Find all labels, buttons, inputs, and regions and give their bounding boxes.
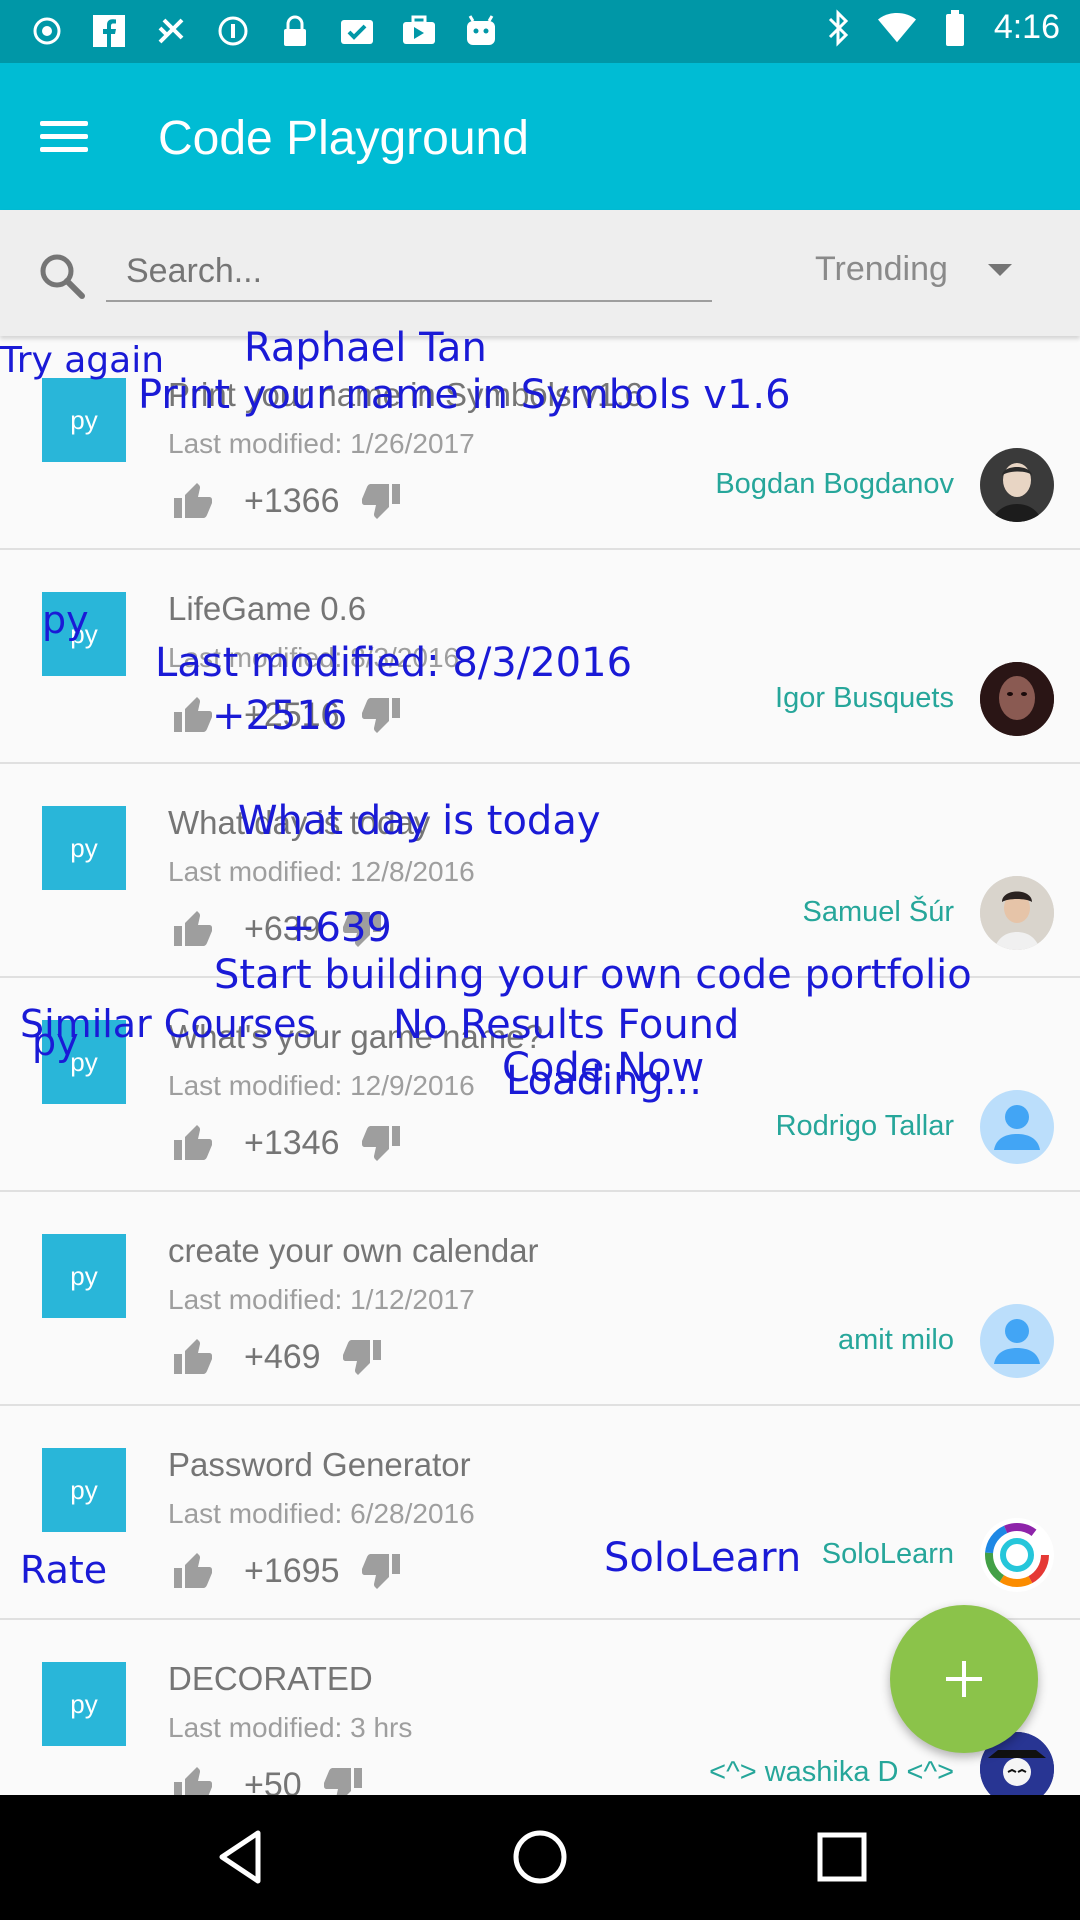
thumbs-down-icon[interactable] xyxy=(360,1122,402,1164)
language-badge: py xyxy=(42,1448,126,1532)
rate-button[interactable]: Rate xyxy=(20,1548,107,1592)
item-title: LifeGame 0.6 xyxy=(168,590,367,627)
info-icon xyxy=(214,12,252,50)
votes-overlay-2: +639 xyxy=(282,905,392,951)
recents-icon[interactable] xyxy=(810,1825,874,1889)
author-name[interactable]: amit milo xyxy=(838,1324,954,1357)
avatar[interactable] xyxy=(980,876,1054,950)
facebook-icon xyxy=(90,12,128,50)
item-title: create your own calendar xyxy=(168,1232,539,1269)
title-overlay-2: What day is today xyxy=(238,798,601,844)
hamburger-menu-icon[interactable] xyxy=(40,113,96,163)
thumbs-up-icon[interactable] xyxy=(172,694,214,736)
search-input[interactable] xyxy=(106,242,712,302)
portfolio-text: Start building your own code portfolio xyxy=(214,952,972,998)
android-icon xyxy=(462,12,500,50)
item-date: Last modified: 1/12/2017 xyxy=(168,1284,475,1315)
vote-count: +469 xyxy=(244,1337,321,1376)
battery-icon xyxy=(936,9,974,47)
author-name-overlay: Raphael Tan xyxy=(244,325,487,371)
author-name[interactable]: SoloLearn xyxy=(822,1538,954,1571)
thumbs-up-icon[interactable] xyxy=(172,1550,214,1592)
sort-selected-label: Trending xyxy=(815,250,948,288)
sort-dropdown[interactable]: Trending xyxy=(815,250,1012,289)
home-icon[interactable] xyxy=(508,1825,572,1889)
loading-text: Loading... xyxy=(506,1058,702,1104)
language-badge: py xyxy=(42,1234,126,1318)
item-date: Last modified: 6/28/2016 xyxy=(168,1498,475,1529)
author-name[interactable]: Samuel Šúr xyxy=(802,896,954,929)
thumbs-up-icon[interactable] xyxy=(172,1336,214,1378)
date-overlay: Last modified: 8/3/2016 xyxy=(155,640,633,686)
default-avatar-icon[interactable] xyxy=(980,1304,1054,1378)
vote-count: +1346 xyxy=(244,1123,340,1162)
status-bar: 4:16 xyxy=(0,0,1080,63)
item-date: Last modified: 3 hrs xyxy=(168,1712,413,1743)
add-code-button[interactable] xyxy=(890,1605,1038,1753)
notification-dot-icon xyxy=(28,12,66,50)
author-name[interactable]: Rodrigo Tallar xyxy=(776,1110,954,1143)
author-name[interactable]: Bogdan Bogdanov xyxy=(715,468,954,501)
lock-icon xyxy=(276,12,314,50)
briefcase-icon xyxy=(400,12,438,50)
title-overlay: Print your name in Symbols v1.6 xyxy=(138,372,791,418)
sololearn-text: SoloLearn xyxy=(604,1535,802,1581)
thumbs-down-icon[interactable] xyxy=(360,1550,402,1592)
avatar[interactable] xyxy=(980,662,1054,736)
clock: 4:16 xyxy=(993,8,1060,46)
wifi-icon xyxy=(877,9,916,47)
thumbs-up-icon[interactable] xyxy=(172,480,214,522)
thumbs-down-icon[interactable] xyxy=(341,1336,383,1378)
back-icon[interactable] xyxy=(210,1825,274,1889)
thumbs-down-icon[interactable] xyxy=(360,480,402,522)
thumbs-up-icon[interactable] xyxy=(172,1122,214,1164)
item-date: Last modified: 12/8/2016 xyxy=(168,856,475,887)
fake-gps-icon xyxy=(152,12,190,50)
author-name[interactable]: <^> washika D <^> xyxy=(709,1756,954,1789)
author-name[interactable]: Igor Busquets xyxy=(775,682,954,715)
search-icon[interactable] xyxy=(36,250,88,302)
vote-count: +1695 xyxy=(244,1551,340,1590)
plus-icon xyxy=(946,1661,982,1697)
app-bar: Code Playground xyxy=(0,63,1080,210)
py-overlay: py xyxy=(42,598,89,642)
search-bar: Trending xyxy=(0,210,1080,336)
thumbs-down-icon[interactable] xyxy=(360,694,402,736)
checkbox-icon xyxy=(338,12,376,50)
py-overlay-2: py xyxy=(32,1020,79,1064)
item-title: DECORATED xyxy=(168,1660,373,1697)
language-badge: py xyxy=(42,378,126,462)
default-avatar-icon[interactable] xyxy=(980,1090,1054,1164)
thumbs-up-icon[interactable] xyxy=(172,908,214,950)
language-badge: py xyxy=(42,1662,126,1746)
list-item[interactable]: py What day is today Last modified: 12/8… xyxy=(0,764,1080,978)
page-title: Code Playground xyxy=(158,112,529,165)
avatar[interactable] xyxy=(980,448,1054,522)
sololearn-logo-icon[interactable] xyxy=(980,1518,1054,1592)
no-results-text: No Results Found xyxy=(393,1002,740,1048)
system-nav-bar xyxy=(0,1795,1080,1920)
list-item[interactable]: py Password Generator Last modified: 6/2… xyxy=(0,1406,1080,1620)
item-date: Last modified: 12/9/2016 xyxy=(168,1070,475,1101)
language-badge: py xyxy=(42,806,126,890)
list-item[interactable]: py create your own calendar Last modifie… xyxy=(0,1192,1080,1406)
chevron-down-icon xyxy=(987,263,1012,276)
vote-count: +1366 xyxy=(244,481,340,520)
bluetooth-icon xyxy=(820,8,858,47)
item-title: Password Generator xyxy=(168,1446,471,1483)
votes-overlay: +2516 xyxy=(212,693,348,739)
item-date: Last modified: 1/26/2017 xyxy=(168,428,475,459)
